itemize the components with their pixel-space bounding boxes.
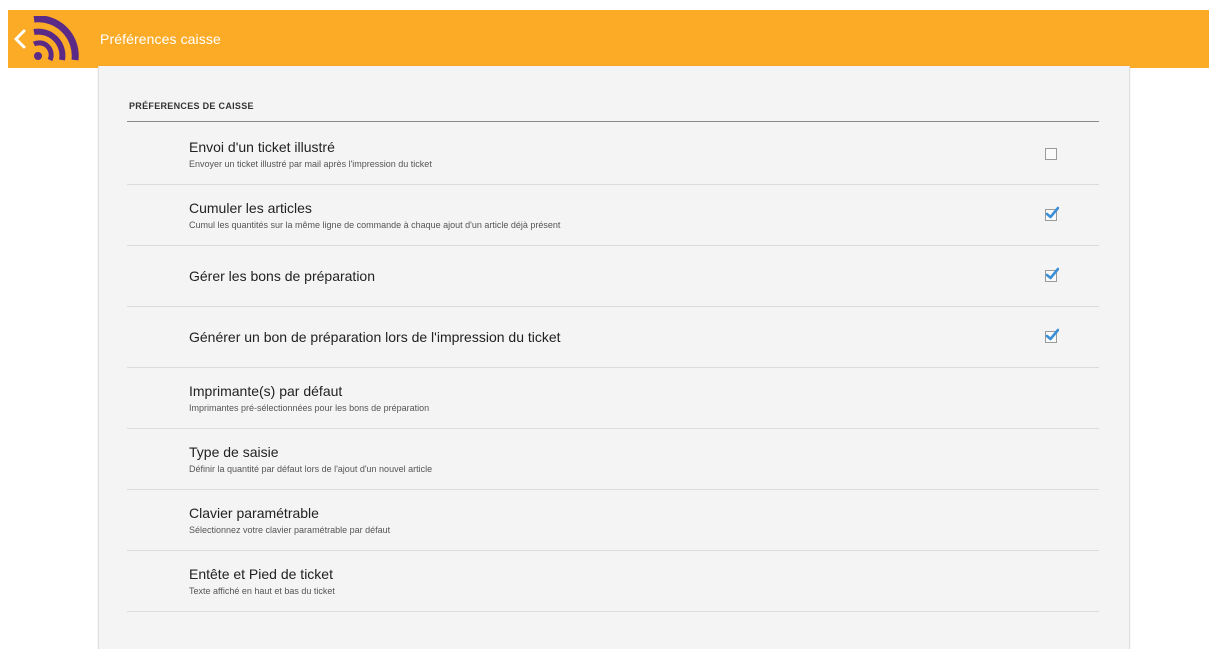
pref-title: Entête et Pied de ticket (189, 565, 333, 582)
pref-summary: Imprimantes pré-sélectionnées pour les b… (189, 402, 430, 413)
pref-title: Imprimante(s) par défaut (189, 382, 343, 399)
section-divider (127, 121, 1099, 122)
pref-cumulate-articles-checkbox[interactable] (1045, 206, 1059, 221)
pref-title: Cumuler les articles (189, 199, 312, 216)
checkmark-icon (1045, 328, 1059, 341)
screen: Préférences caisse PRÉFERENCES DE CAISSE… (0, 0, 1209, 649)
pref-summary: Sélectionnez votre clavier paramétrable … (189, 524, 391, 535)
signal-waves-logo (32, 16, 79, 62)
pref-input-type[interactable]: Type de saisie Définir la quantité par d… (127, 429, 1099, 490)
pref-generate-prep-slip-checkbox[interactable] (1045, 328, 1059, 343)
pref-summary: Définir la quantité par défaut lors de l… (189, 463, 433, 474)
pref-cumulate-articles[interactable]: Cumuler les articles Cumul les quantités… (127, 185, 1099, 246)
section-header: PRÉFERENCES DE CAISSE (129, 101, 254, 111)
checkmark-icon (1045, 206, 1059, 219)
pref-manage-prep-slips[interactable]: Gérer les bons de préparation (127, 246, 1099, 307)
pref-generate-prep-slip[interactable]: Générer un bon de préparation lors de l'… (127, 307, 1099, 368)
pref-ticket-header-footer[interactable]: Entête et Pied de ticket Texte affiché e… (127, 551, 1099, 612)
pref-manage-prep-slips-checkbox[interactable] (1045, 267, 1059, 282)
pref-default-printers[interactable]: Imprimante(s) par défaut Imprimantes pré… (127, 368, 1099, 429)
page-title: Préférences caisse (100, 31, 221, 47)
pref-title: Type de saisie (189, 443, 279, 460)
pref-title: Envoi d'un ticket illustré (189, 138, 335, 155)
pref-title: Gérer les bons de préparation (189, 267, 375, 284)
pref-illustrated-ticket[interactable]: Envoi d'un ticket illustré Envoyer un ti… (127, 124, 1099, 185)
pref-summary: Envoyer un ticket illustré par mail aprè… (189, 158, 432, 169)
pref-summary: Texte affiché en haut et bas du ticket (189, 585, 335, 596)
preferences-panel: PRÉFERENCES DE CAISSE Envoi d'un ticket … (98, 66, 1130, 649)
back-button[interactable] (8, 10, 94, 68)
pref-illustrated-ticket-checkbox[interactable] (1045, 148, 1057, 160)
checkmark-icon (1045, 267, 1059, 280)
preference-list: Envoi d'un ticket illustré Envoyer un ti… (127, 124, 1099, 612)
chevron-left-icon[interactable] (12, 28, 28, 50)
pref-title: Générer un bon de préparation lors de l'… (189, 328, 561, 345)
pref-summary: Cumul les quantités sur la même ligne de… (189, 219, 561, 230)
action-bar: Préférences caisse (8, 10, 1209, 68)
pref-custom-keyboard[interactable]: Clavier paramétrable Sélectionnez votre … (127, 490, 1099, 551)
pref-title: Clavier paramétrable (189, 504, 319, 521)
